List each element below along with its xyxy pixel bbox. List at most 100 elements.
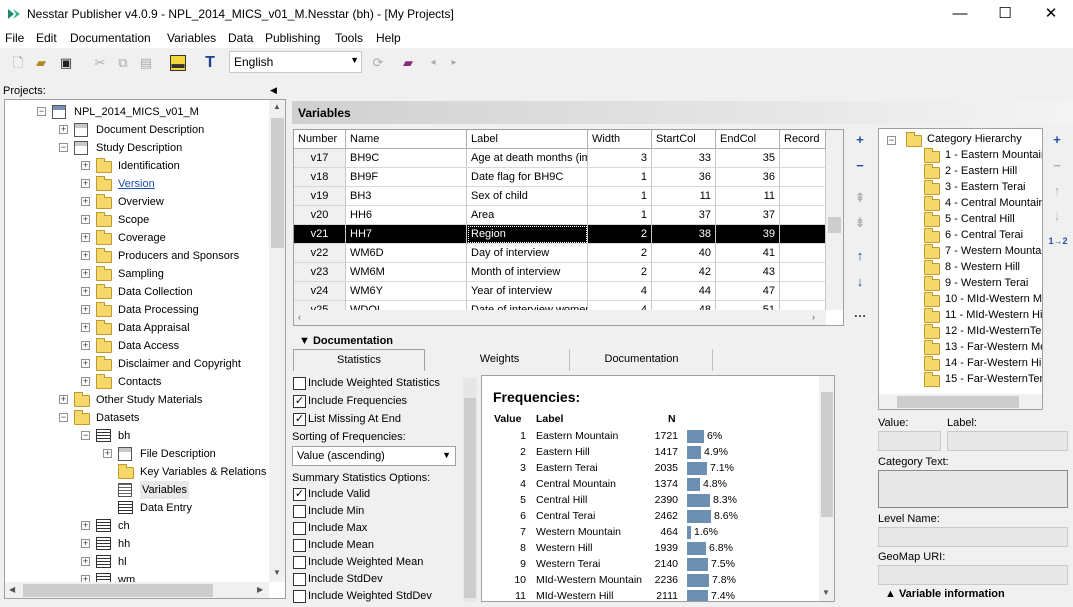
menu-data[interactable]: Data (228, 31, 253, 45)
cell-label[interactable]: Region (467, 225, 588, 244)
cell-num[interactable]: v24 (294, 282, 346, 301)
frequencies-scrollbar[interactable]: ▼ (819, 376, 834, 601)
cell-end[interactable]: 43 (716, 263, 780, 282)
cell-num[interactable]: v18 (294, 168, 346, 187)
expand-icon[interactable]: + (81, 521, 90, 530)
tree-item[interactable]: + Producers and Sponsors (5, 247, 269, 265)
checkbox[interactable] (293, 522, 306, 535)
tree-item[interactable]: + Coverage (5, 229, 269, 247)
scroll-down-icon[interactable]: ▼ (822, 588, 830, 597)
add-category-icon[interactable]: + (1050, 132, 1064, 147)
tree-item[interactable]: + Data Access (5, 337, 269, 355)
expand-icon[interactable]: + (81, 539, 90, 548)
level-name-field[interactable] (878, 527, 1068, 547)
checkbox[interactable] (293, 505, 306, 518)
cell-rec[interactable] (780, 187, 826, 206)
cell-name[interactable]: BH9F (346, 168, 467, 187)
expand-icon[interactable]: + (103, 449, 112, 458)
move-up-icon[interactable]: ↑ (853, 248, 867, 263)
cell-end[interactable]: 36 (716, 168, 780, 187)
category-item[interactable]: 1 - Eastern Mountain (879, 148, 1042, 164)
cell-width[interactable]: 2 (588, 225, 652, 244)
cell-end[interactable]: 11 (716, 187, 780, 206)
table-row[interactable]: v24 WM6Y Year of interview 4 44 47 (294, 282, 826, 301)
tree-item[interactable]: + Identification (5, 157, 269, 175)
cell-rec[interactable] (780, 225, 826, 244)
move-top-icon[interactable]: ⇞ (853, 190, 867, 206)
collapse-icon[interactable]: − (37, 107, 46, 116)
expand-icon[interactable]: + (81, 287, 90, 296)
cell-name[interactable]: WM6Y (346, 282, 467, 301)
category-item[interactable]: 11 - MId-Western Hill (879, 308, 1042, 324)
category-item[interactable]: 9 - Western Terai (879, 276, 1042, 292)
expand-icon[interactable]: + (81, 197, 90, 206)
cell-end[interactable]: 37 (716, 206, 780, 225)
cell-label[interactable]: Month of interview (467, 263, 588, 282)
cell-num[interactable]: v22 (294, 244, 346, 263)
cell-end[interactable]: 39 (716, 225, 780, 244)
category-item[interactable]: 6 - Central Terai (879, 228, 1042, 244)
category-item[interactable]: 2 - Eastern Hill (879, 164, 1042, 180)
remove-variable-icon[interactable]: − (853, 158, 867, 173)
expand-icon[interactable]: + (81, 557, 90, 566)
cell-end[interactable]: 41 (716, 244, 780, 263)
menu-help[interactable]: Help (376, 31, 401, 45)
tree-item[interactable]: − NPL_2014_MICS_v01_M (5, 103, 269, 121)
value-field[interactable] (878, 431, 941, 451)
checkbox[interactable] (293, 539, 306, 552)
cell-width[interactable]: 2 (588, 263, 652, 282)
cell-width[interactable]: 4 (588, 282, 652, 301)
forward-icon[interactable]: ▸ (446, 55, 462, 71)
options-scrollbar[interactable] (463, 378, 477, 602)
category-item[interactable]: 4 - Central Mountain (879, 196, 1042, 212)
hscroll-thumb[interactable] (23, 584, 213, 597)
collapse-icon[interactable]: − (59, 413, 68, 422)
tree-item[interactable]: + Scope (5, 211, 269, 229)
maximize-button[interactable]: ☐ (990, 4, 1020, 24)
cell-label[interactable]: Year of interview (467, 282, 588, 301)
table-row[interactable]: v22 WM6D Day of interview 2 40 41 (294, 244, 826, 263)
cell-rec[interactable] (780, 206, 826, 225)
tree-item[interactable]: + Version (5, 175, 269, 193)
cell-width[interactable]: 1 (588, 187, 652, 206)
table-row[interactable]: v19 BH3 Sex of child 1 11 11 (294, 187, 826, 206)
col-number[interactable]: Number (294, 130, 346, 149)
tree-item[interactable]: + Sampling (5, 265, 269, 283)
move-down-icon[interactable]: ↓ (853, 274, 867, 289)
category-item[interactable]: 10 - MId-Western Mountain (879, 292, 1042, 308)
variable-info-toggle[interactable]: ▲ Variable information (885, 588, 1005, 600)
checkbox[interactable]: ✓ (293, 413, 306, 426)
scroll-right-icon[interactable]: › (812, 312, 815, 322)
col-endcol[interactable]: EndCol (716, 130, 780, 149)
category-item[interactable]: 5 - Central Hill (879, 212, 1042, 228)
table-row[interactable]: v18 BH9F Date flag for BH9C 1 36 36 (294, 168, 826, 187)
tree-item[interactable]: Data Entry (5, 499, 269, 517)
tree-item[interactable]: − bh (5, 427, 269, 445)
cell-end[interactable]: 47 (716, 282, 780, 301)
cell-rec[interactable] (780, 244, 826, 263)
collapse-icon[interactable]: − (59, 143, 68, 152)
cell-end[interactable]: 35 (716, 149, 780, 168)
category-item[interactable]: 3 - Eastern Terai (879, 180, 1042, 196)
menu-publishing[interactable]: Publishing (265, 31, 320, 45)
cell-rec[interactable] (780, 168, 826, 187)
category-item[interactable]: 14 - Far-Western Hill (879, 356, 1042, 372)
new-icon[interactable]: 🗋 (10, 55, 26, 71)
back-icon[interactable]: ◂ (425, 55, 441, 71)
variables-scroll-thumb[interactable] (828, 217, 841, 233)
label-field[interactable] (947, 431, 1068, 451)
cell-width[interactable]: 1 (588, 206, 652, 225)
col-label[interactable]: Label (467, 130, 588, 149)
checkbox[interactable]: ✓ (293, 488, 306, 501)
cell-num[interactable]: v23 (294, 263, 346, 282)
expand-icon[interactable]: + (81, 341, 90, 350)
cell-start[interactable]: 36 (652, 168, 716, 187)
tree-item[interactable]: + File Description (5, 445, 269, 463)
tree-item[interactable]: + Contacts (5, 373, 269, 391)
category-item[interactable]: 13 - Far-Western Mountain (879, 340, 1042, 356)
add-variable-icon[interactable]: + (853, 132, 867, 147)
save-icon[interactable]: ▣ (58, 55, 74, 71)
cell-rec[interactable] (780, 149, 826, 168)
cell-name[interactable]: WM6M (346, 263, 467, 282)
more-options-icon[interactable]: … (853, 305, 867, 320)
